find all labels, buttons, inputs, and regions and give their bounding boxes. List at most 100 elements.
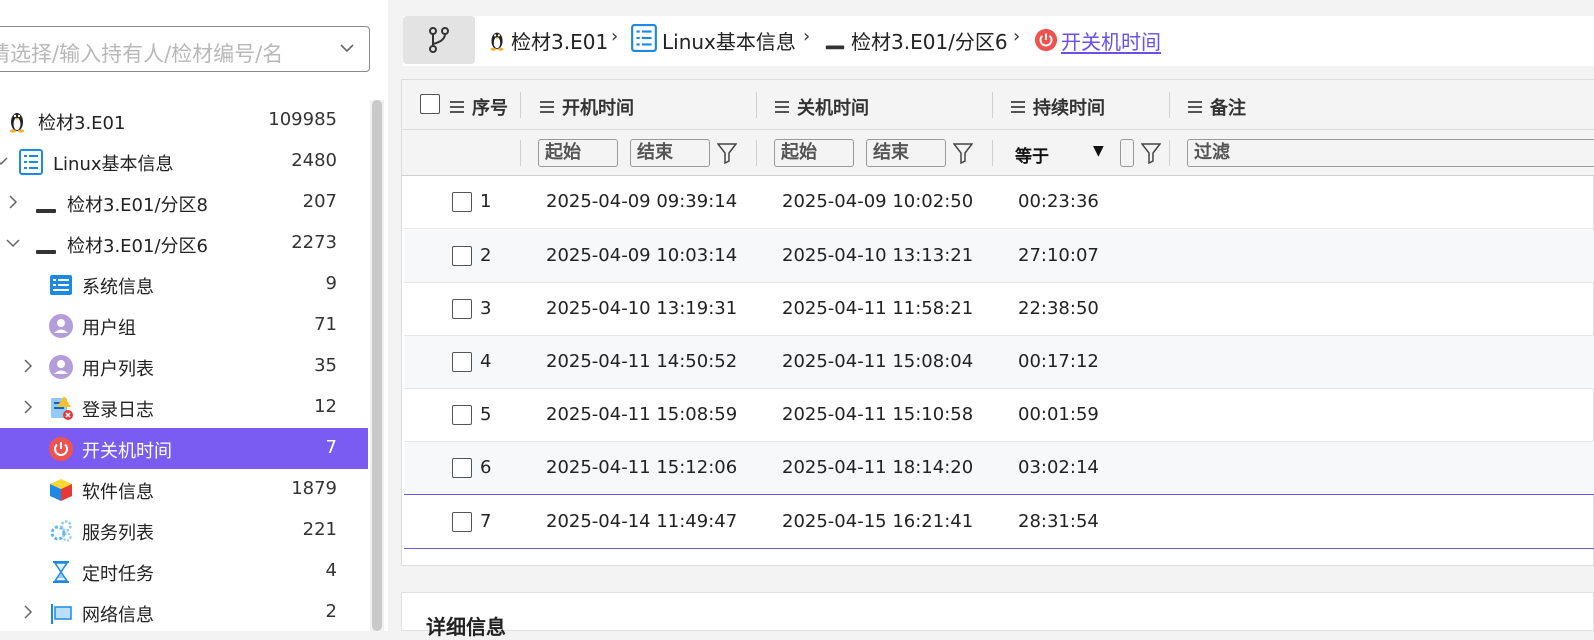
tree-item-software[interactable]: 软件信息 1879: [0, 469, 368, 510]
breadcrumb-item-evidence[interactable]: 检材3.E01: [485, 26, 609, 54]
cell-boot-time: 2025-04-09 10:03:14: [546, 245, 738, 266]
duration-operator-select[interactable]: 等于: [1015, 142, 1049, 167]
filter-funnel-icon[interactable]: [717, 142, 737, 164]
disk-icon: [825, 30, 845, 50]
grid-header: 序号 开机时间 关机时间 持续时间 备注: [402, 80, 1594, 130]
breadcrumb-item-linux-info[interactable]: Linux基本信息: [630, 24, 800, 54]
boot-start-filter[interactable]: 起始: [538, 139, 618, 167]
column-menu-icon[interactable]: [1188, 101, 1202, 113]
cell-boot-time: 2025-04-11 15:08:59: [546, 404, 738, 425]
tree-item-label: 开关机时间: [82, 441, 172, 462]
column-header-note[interactable]: 备注: [1188, 94, 1246, 120]
column-header-boot-time[interactable]: 开机时间: [540, 94, 634, 120]
select-all-checkbox[interactable]: [420, 94, 440, 114]
column-header-shutdown-time[interactable]: 关机时间: [775, 94, 869, 120]
tree-item-label: 系统信息: [82, 277, 154, 298]
table-row[interactable]: 5 2025-04-11 15:08:59 2025-04-11 15:10:5…: [404, 389, 1594, 442]
breadcrumb-item-power-time[interactable]: 开关机时间: [1034, 26, 1174, 54]
column-divider[interactable]: [520, 92, 521, 118]
cell-boot-time: 2025-04-09 09:39:14: [546, 191, 738, 212]
tree-item-count: 221: [302, 519, 337, 540]
chevron-right-icon[interactable]: [19, 356, 37, 376]
breadcrumb: 检材3.E01 › Linux基本信息 › 检材3.E01/分区6 › 开关机时…: [403, 16, 1594, 66]
search-combobox[interactable]: 请选择/输入持有人/检材编号/名: [0, 26, 370, 72]
row-checkbox[interactable]: [452, 246, 472, 266]
breadcrumb-label: 开关机时间: [1061, 30, 1161, 54]
row-checkbox[interactable]: [452, 299, 472, 319]
services-gear-icon: [50, 520, 72, 542]
chevron-down-icon[interactable]: [4, 233, 22, 253]
shutdown-end-filter[interactable]: 结束: [866, 139, 946, 167]
column-header-duration[interactable]: 持续时间: [1011, 94, 1105, 120]
cell-duration: 00:23:36: [1018, 191, 1099, 212]
row-checkbox[interactable]: [452, 192, 472, 212]
tree-item-count: 35: [314, 355, 337, 376]
software-cube-icon: [50, 479, 72, 501]
list-icon: [19, 149, 43, 175]
search-input[interactable]: 请选择/输入持有人/检材编号/名: [0, 38, 319, 68]
filter-funnel-icon[interactable]: [1141, 142, 1161, 164]
tree-item-count: 109985: [268, 109, 337, 130]
scrollbar-thumb[interactable]: [372, 100, 382, 631]
tree-item-user-list[interactable]: 用户列表 35: [0, 346, 368, 387]
row-checkbox[interactable]: [452, 458, 472, 478]
tree-item-count: 1879: [291, 478, 337, 499]
power-icon: [1034, 28, 1058, 52]
row-checkbox[interactable]: [452, 512, 472, 532]
cell-duration: 28:31:54: [1018, 511, 1099, 532]
tree-item-linux-info[interactable]: Linux基本信息 2480: [0, 141, 368, 182]
column-divider[interactable]: [756, 92, 757, 118]
tree-item-label: 检材3.E01/分区6: [67, 236, 208, 257]
chevron-right-icon[interactable]: [4, 192, 22, 212]
chevron-down-icon[interactable]: [337, 38, 357, 58]
tree-scrollbar[interactable]: [370, 100, 384, 631]
tree-item-login-log[interactable]: 登录日志 12: [0, 387, 368, 428]
tree-item-services[interactable]: 服务列表 221: [0, 510, 368, 551]
column-menu-icon[interactable]: [775, 101, 789, 113]
chevron-down-icon[interactable]: [0, 151, 10, 171]
tree-item-system-info[interactable]: 系统信息 9: [0, 264, 368, 305]
note-filter[interactable]: 过滤: [1187, 139, 1594, 167]
tree-item-label: 检材3.E01/分区8: [67, 195, 208, 216]
shutdown-start-filter[interactable]: 起始: [774, 139, 854, 167]
table-row[interactable]: 4 2025-04-11 14:50:52 2025-04-11 15:08:0…: [404, 336, 1594, 389]
table-row[interactable]: 7 2025-04-14 11:49:47 2025-04-15 16:21:4…: [404, 496, 1594, 549]
tree-item-evidence[interactable]: 检材3.E01 109985: [0, 100, 368, 141]
table-row[interactable]: 2 2025-04-09 10:03:14 2025-04-10 13:13:2…: [404, 230, 1594, 283]
breadcrumb-label: 检材3.E01: [511, 30, 609, 54]
duration-value-filter[interactable]: [1120, 139, 1134, 167]
column-menu-icon[interactable]: [450, 101, 464, 113]
breadcrumb-label: Linux基本信息: [662, 30, 796, 54]
table-row[interactable]: 3 2025-04-10 13:19:31 2025-04-11 11:58:2…: [404, 283, 1594, 336]
column-divider: [992, 140, 993, 166]
chevron-right-icon[interactable]: [19, 602, 37, 622]
tree-item-count: 12: [314, 396, 337, 417]
tree-item-user-group[interactable]: 用户组 71: [0, 305, 368, 346]
cell-duration: 00:17:12: [1018, 351, 1099, 372]
tree-item-partition-6[interactable]: 检材3.E01/分区6 2273: [0, 223, 368, 264]
tree-item-count: 71: [314, 314, 337, 335]
column-menu-icon[interactable]: [540, 101, 554, 113]
chevron-right-icon[interactable]: [19, 397, 37, 417]
tree-item-scheduled-tasks[interactable]: 定时任务 4: [0, 551, 368, 592]
column-divider[interactable]: [1169, 92, 1170, 118]
tree-item-power-time[interactable]: 开关机时间 7: [0, 428, 368, 469]
tree-item-network[interactable]: 网络信息 2: [0, 592, 368, 633]
tree-item-label: 服务列表: [82, 523, 154, 544]
breadcrumb-item-partition-6[interactable]: 检材3.E01/分区6: [823, 26, 1013, 54]
branch-toggle-button[interactable]: [403, 16, 475, 64]
column-menu-icon[interactable]: [1011, 101, 1025, 113]
column-header-no[interactable]: 序号: [450, 94, 508, 120]
boot-end-filter[interactable]: 结束: [630, 139, 710, 167]
row-checkbox[interactable]: [452, 405, 472, 425]
cell-no: 5: [480, 404, 492, 425]
filter-funnel-icon[interactable]: [953, 142, 973, 164]
cell-no: 6: [480, 457, 492, 478]
table-row[interactable]: 1 2025-04-09 09:39:14 2025-04-09 10:02:5…: [404, 176, 1594, 229]
cell-boot-time: 2025-04-11 15:12:06: [546, 457, 738, 478]
table-row[interactable]: 6 2025-04-11 15:12:06 2025-04-11 18:14:2…: [404, 442, 1594, 495]
dropdown-arrow-icon[interactable]: ▼: [1093, 143, 1104, 159]
row-checkbox[interactable]: [452, 352, 472, 372]
tree-item-partition-8[interactable]: 检材3.E01/分区8 207: [0, 182, 368, 223]
column-divider[interactable]: [992, 92, 993, 118]
